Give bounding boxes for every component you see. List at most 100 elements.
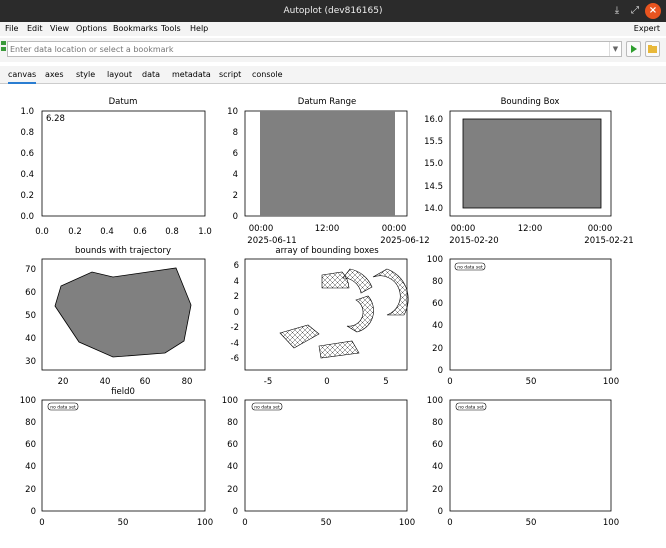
y-tick-label: 20 — [432, 344, 443, 354]
location-input[interactable] — [7, 41, 622, 57]
menu-help[interactable]: Help — [190, 24, 208, 33]
hatched-box — [321, 271, 350, 289]
y-tick-label: 60 — [432, 299, 443, 309]
bounds-polygon — [54, 267, 192, 358]
menu-edit[interactable]: Edit — [27, 24, 43, 33]
tab-canvas[interactable]: canvas — [8, 70, 37, 84]
x-tick-label: 12:00 — [518, 224, 543, 234]
x-tick-label: 00:00 — [451, 224, 476, 234]
y-tick-label: 100 — [427, 255, 443, 265]
x-tick-label: 50 — [526, 377, 537, 387]
plot-datum-range[interactable]: Datum Range 10 8 6 4 2 0 00:00 12:00 00:… — [227, 97, 430, 246]
x-tick-label: 0.6 — [133, 227, 147, 237]
menu-view[interactable]: View — [50, 24, 69, 33]
x-tick-label: 100 — [603, 518, 619, 528]
menu-file[interactable]: File — [5, 24, 18, 33]
x-tick-label: 00:00 — [249, 224, 274, 234]
y-tick-label: 80 — [25, 418, 36, 428]
menu-tools[interactable]: Tools — [161, 24, 181, 33]
hatched-box — [318, 340, 360, 359]
y-tick-label: 0 — [438, 366, 443, 376]
y-tick-label: 0 — [438, 507, 443, 517]
tab-axes[interactable]: axes — [45, 70, 63, 79]
y-tick-label: -6 — [231, 354, 239, 364]
go-button[interactable] — [626, 41, 641, 57]
y-tick-label: 6 — [233, 149, 238, 159]
bookmark-button[interactable] — [645, 41, 660, 57]
x-tick-label: 60 — [140, 377, 151, 387]
no-data-label: no data set — [50, 405, 76, 411]
tab-layout[interactable]: layout — [107, 70, 132, 79]
x-tick-label: 0.8 — [165, 227, 179, 237]
menu-bookmarks[interactable]: Bookmarks — [113, 24, 158, 33]
y-tick-label: 100 — [427, 396, 443, 406]
plot-title: field0 — [111, 387, 135, 397]
y-tick-label: 100 — [20, 396, 36, 406]
y-tick-label: 14.0 — [424, 204, 443, 214]
x-tick-label: 1.0 — [198, 227, 212, 237]
title-bar: Autoplot (dev816165) ⤓ ⤢ × — [0, 0, 666, 22]
y-tick-label: 20 — [432, 485, 443, 495]
plot-array-bounding-boxes[interactable]: array of bounding boxes 6 4 2 0 -2 -4 -6… — [231, 246, 409, 387]
y-tick-label: 80 — [432, 277, 443, 287]
x-tick-label: 5 — [383, 377, 388, 387]
x-date-label: 2015-02-21 — [584, 236, 633, 246]
y-tick-label: 16.0 — [424, 115, 443, 125]
y-tick-label: 60 — [227, 440, 238, 450]
x-tick-label: 20 — [58, 377, 69, 387]
menu-options[interactable]: Options — [76, 24, 107, 33]
y-tick-label: 40 — [432, 462, 443, 472]
y-tick-label: 0 — [233, 507, 238, 517]
tab-metadata[interactable]: metadata — [172, 70, 211, 79]
plot-empty-1[interactable]: no data set 100 80 60 40 20 0 0 50 100 — [427, 255, 619, 387]
y-tick-label: 4 — [233, 170, 238, 180]
y-tick-label: 0.0 — [20, 212, 34, 222]
x-tick-label: 0 — [39, 518, 44, 528]
plot-frame — [41, 399, 206, 512]
plot-frame — [449, 258, 612, 371]
y-tick-label: 15.5 — [424, 137, 443, 147]
tab-script[interactable]: script — [219, 70, 241, 79]
plot-title: bounds with trajectory — [75, 246, 171, 256]
plot-canvas-svg[interactable]: Datum 6.28 1.0 0.8 0.6 0.4 0.2 0.0 0.0 0… — [0, 85, 666, 546]
y-tick-label: 20 — [25, 485, 36, 495]
x-tick-label: 12:00 — [315, 224, 340, 234]
plot-bounds-trajectory[interactable]: bounds with trajectory 70 60 50 40 30 20… — [25, 246, 206, 387]
y-tick-label: 40 — [25, 334, 36, 344]
plot-canvas[interactable]: Datum 6.28 1.0 0.8 0.6 0.4 0.2 0.0 0.0 0… — [0, 85, 666, 546]
expert-menu[interactable]: Expert — [634, 24, 660, 33]
tab-style[interactable]: style — [76, 70, 95, 79]
x-tick-label: 100 — [603, 377, 619, 387]
x-tick-label: 0.0 — [35, 227, 49, 237]
x-tick-label: 100 — [399, 518, 415, 528]
no-data-label: no data set — [457, 265, 483, 271]
y-tick-label: 14.5 — [424, 182, 443, 192]
plot-empty-2[interactable]: no data set 100 80 60 40 20 0 0 50 100 — [222, 396, 415, 528]
plot-datum[interactable]: Datum 6.28 1.0 0.8 0.6 0.4 0.2 0.0 0.0 0… — [20, 97, 211, 237]
window-title: Autoplot (dev816165) — [283, 6, 383, 16]
y-tick-label: 0 — [31, 507, 36, 517]
menu-bar: File Edit View Options Bookmarks Tools H… — [0, 22, 666, 36]
y-tick-label: 80 — [227, 418, 238, 428]
tab-data[interactable]: data — [142, 70, 160, 79]
minimize-icon[interactable]: ⤓ — [609, 3, 625, 19]
y-tick-label: 1.0 — [20, 107, 34, 117]
y-tick-label: 15.0 — [424, 159, 443, 169]
maximize-icon[interactable]: ⤢ — [627, 3, 643, 19]
x-tick-label: 0 — [242, 518, 247, 528]
plot-field0[interactable]: field0 no data set 100 80 60 40 20 0 0 5… — [20, 387, 213, 528]
plot-frame — [449, 399, 612, 512]
plot-empty-3[interactable]: no data set 100 80 60 40 20 0 0 50 100 — [427, 396, 619, 528]
plot-bounding-box[interactable]: Bounding Box 16.0 15.5 15.0 14.5 14.0 00… — [424, 97, 634, 246]
y-tick-label: 100 — [222, 396, 238, 406]
close-icon[interactable]: × — [645, 3, 661, 19]
y-tick-label: 70 — [25, 265, 36, 275]
x-tick-label: 50 — [526, 518, 537, 528]
x-tick-label: 50 — [321, 518, 332, 528]
tab-console[interactable]: console — [252, 70, 283, 79]
y-tick-label: 60 — [432, 440, 443, 450]
data-source-icon[interactable] — [1, 41, 6, 51]
chevron-down-icon[interactable]: ▼ — [609, 42, 621, 56]
y-tick-label: 0.4 — [20, 170, 34, 180]
no-data-label: no data set — [254, 405, 280, 411]
